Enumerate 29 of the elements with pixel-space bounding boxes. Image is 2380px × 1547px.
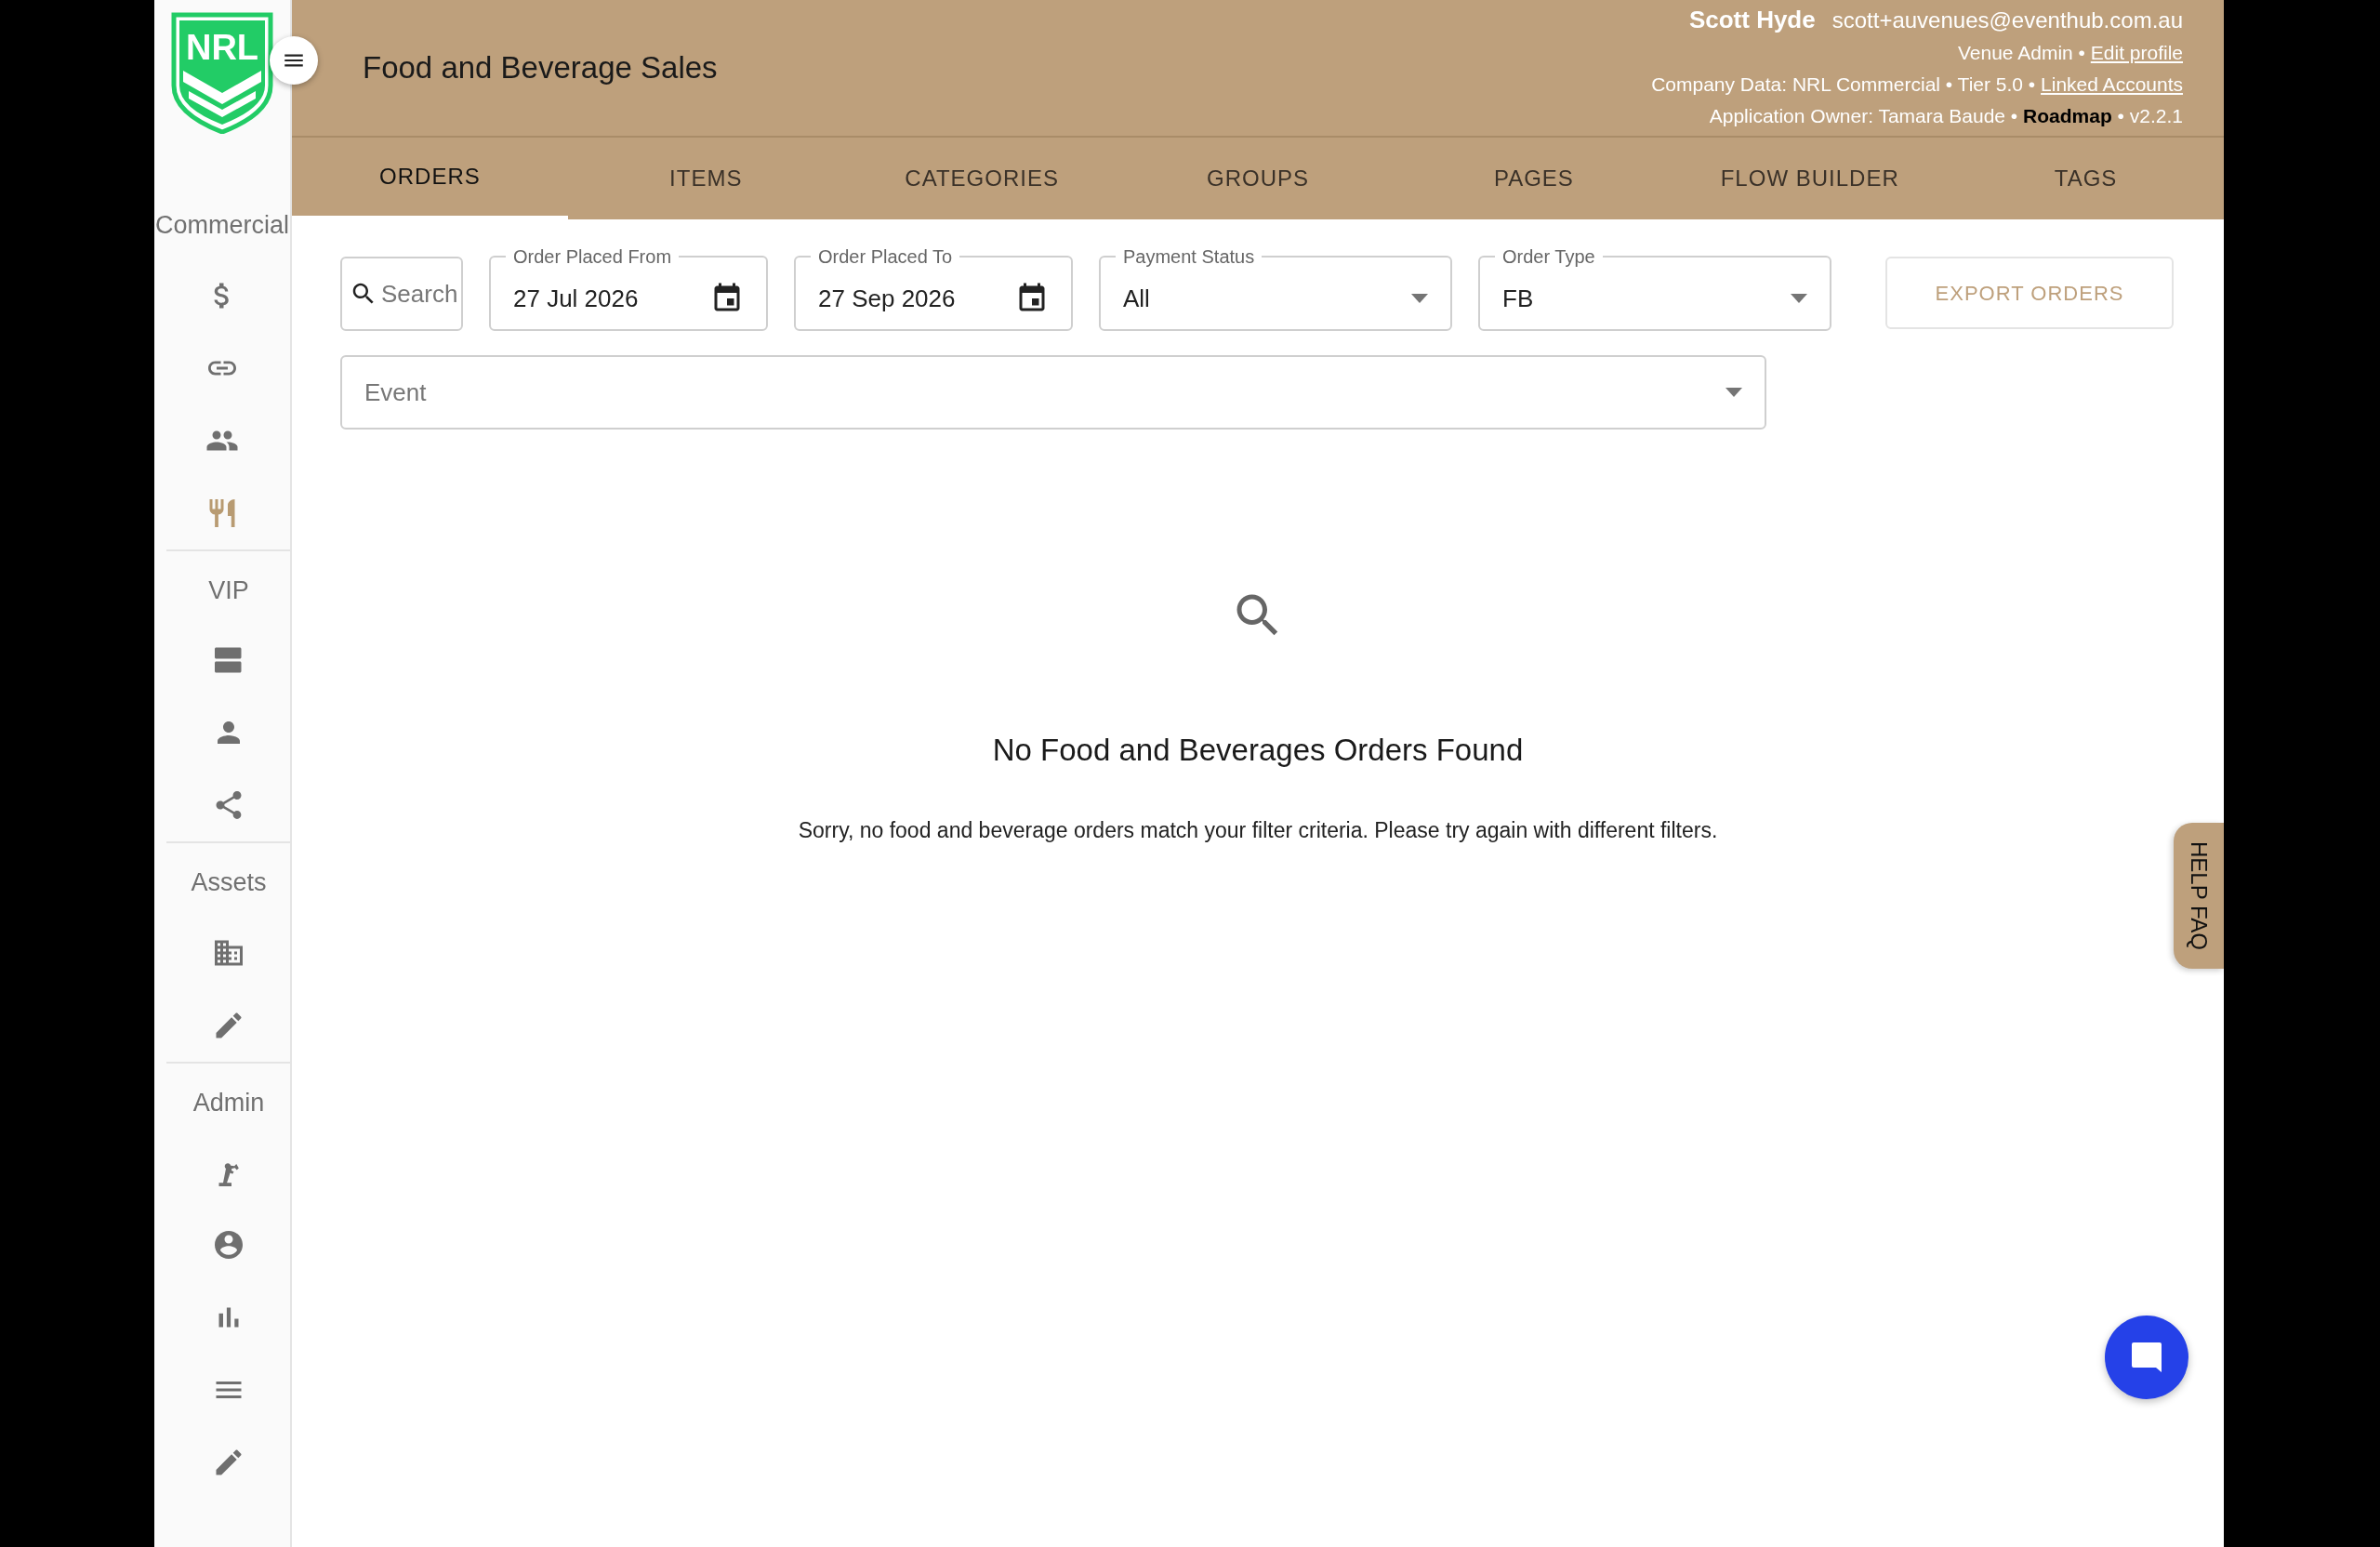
section-label: Commercial [155,210,289,241]
owner-text: Application Owner: Tamara Baude • [1709,105,2018,126]
tab[interactable]: TAGS [1948,138,2224,219]
shield-logo: NRL [170,11,274,134]
caret-icon [1726,388,1742,397]
empty-state-message: Sorry, no food and beverage orders match your filter criteria. Please try again with different filters. [798,816,1718,844]
empty-state-title: No Food and Beverages Orders Found [992,732,1524,769]
tab[interactable]: FLOW BUILDER [1672,138,1949,219]
chat-button[interactable] [2105,1316,2188,1399]
company-text: Company Data: NRL Commercial • Tier 5.0 • [1651,73,2036,95]
section-label: Admin [192,1087,265,1118]
caret-icon [1791,294,1807,303]
section-label: Assets [191,867,267,898]
roadmap-link[interactable]: Roadmap [2023,105,2112,126]
section-label: VIP [208,575,249,606]
tab[interactable]: GROUPS [1119,138,1396,219]
tab[interactable]: ORDERS [292,138,568,219]
tab[interactable]: ITEMS [567,138,844,219]
version-text: • v2.2.1 [2117,105,2183,126]
help-faq-tab[interactable]: HELP FAQ [2174,823,2224,969]
tab[interactable]: PAGES [1395,138,1673,219]
tab[interactable]: CATEGORIES [843,138,1120,219]
user-email: scott+auvenues@eventhub.com.au [1831,7,2183,33]
caret-icon [1411,294,1428,303]
role-text: Venue Admin • [1958,42,2085,63]
event-select[interactable]: Event [340,355,1766,430]
user-name: Scott Hyde [1688,6,1816,33]
search-field[interactable]: Search [340,257,463,331]
page-title: Food and Beverage Sales [363,49,718,87]
